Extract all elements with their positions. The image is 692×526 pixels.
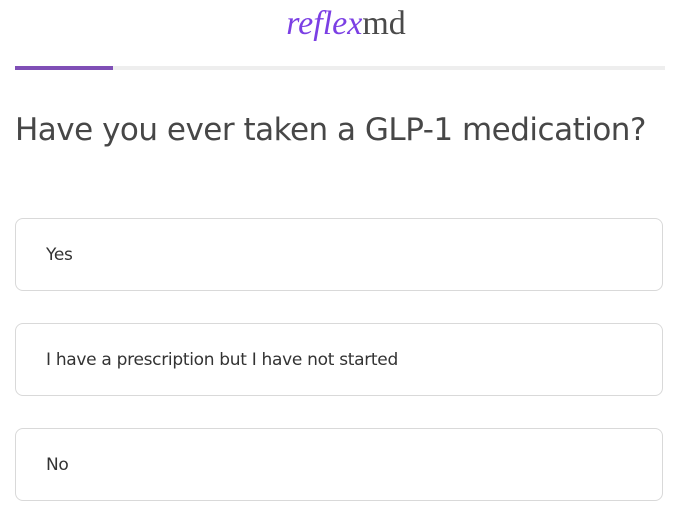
option-prescription-not-started[interactable]: I have a prescription but I have not sta… (15, 323, 663, 396)
option-no[interactable]: No (15, 428, 663, 501)
progress-bar-fill (15, 66, 113, 70)
progress-bar (15, 66, 665, 70)
option-label: I have a prescription but I have not sta… (46, 350, 398, 370)
question-title: Have you ever taken a GLP-1 medication? (15, 112, 646, 148)
option-label: No (46, 455, 69, 475)
logo-italic-text: reflex (286, 5, 363, 42)
header: reflexmd (0, 0, 692, 48)
logo-plain-text: md (362, 5, 406, 42)
reflexmd-logo[interactable]: reflexmd (286, 4, 406, 44)
option-label: Yes (46, 245, 73, 265)
option-yes[interactable]: Yes (15, 218, 663, 291)
